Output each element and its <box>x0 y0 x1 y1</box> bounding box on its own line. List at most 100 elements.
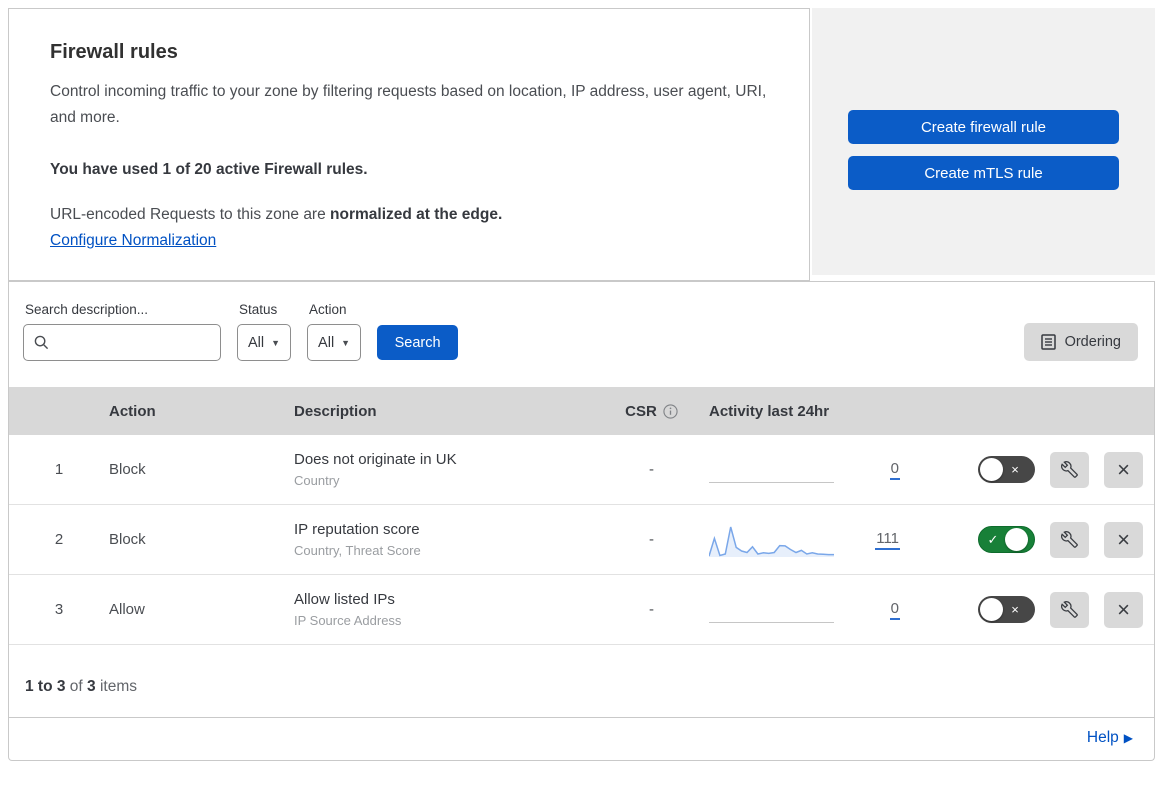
cta-panel: Create firewall rule Create mTLS rule <box>812 8 1155 282</box>
rule-description: Does not originate in UK <box>294 451 457 469</box>
arrow-right-icon: ▶ <box>1123 731 1133 746</box>
items-range: 1 to 3 <box>25 678 66 696</box>
normalization-note: URL-encoded Requests to this zone are no… <box>50 206 767 224</box>
rule-criteria: IP Source Address <box>294 612 402 628</box>
search-label: Search description... <box>25 302 149 318</box>
configure-normalization-link[interactable]: Configure Normalization <box>50 232 216 250</box>
activity-count-link[interactable]: 0 <box>889 600 900 620</box>
activity-count-link[interactable]: 0 <box>889 460 900 480</box>
usage-summary: You have used 1 of 20 active Firewall ru… <box>50 161 368 179</box>
close-icon: × <box>1117 456 1130 482</box>
rule-action: Allow <box>109 601 145 619</box>
toggle-x-icon: × <box>1011 462 1019 478</box>
ordering-button[interactable]: Ordering <box>1023 323 1138 362</box>
column-header-action: Action <box>109 402 156 420</box>
rule-action: Block <box>109 531 146 549</box>
table-row: 3 Allow Allow listed IPs IP Source Addre… <box>9 575 1154 646</box>
normalization-prefix: URL-encoded Requests to this zone are <box>50 206 331 224</box>
help-link[interactable]: Help ▶ <box>1087 729 1133 746</box>
rule-controls: ✓ × × <box>924 591 1154 628</box>
column-header-activity: Activity last 24hr <box>709 402 830 420</box>
activity-cell: 0 <box>709 450 924 490</box>
help-label: Help <box>1086 729 1119 747</box>
ordering-button-label: Ordering <box>1064 334 1121 351</box>
edit-rule-button[interactable] <box>1050 451 1089 488</box>
action-dropdown[interactable]: All ▼ <box>307 324 362 362</box>
page-title: Firewall rules <box>50 41 178 63</box>
status-dropdown[interactable]: All ▼ <box>237 324 292 362</box>
toggle-knob <box>1005 528 1028 552</box>
enabled-toggle[interactable]: ✓ × <box>978 526 1035 554</box>
items-of: of <box>65 678 88 696</box>
close-icon: × <box>1117 596 1130 622</box>
table-row: 1 Block Does not originate in UK Country… <box>9 435 1154 506</box>
column-header-description: Description <box>294 402 377 420</box>
chevron-down-icon: ▼ <box>341 337 351 348</box>
status-label: Status <box>239 302 278 318</box>
pagination-summary: 1 to 3 of 3 items <box>9 645 1154 719</box>
toggle-check-icon: ✓ <box>987 531 999 547</box>
rule-criteria: Country, Threat Score <box>294 542 421 558</box>
help-footer: Help ▶ <box>9 718 1154 760</box>
action-field-group: Action All ▼ <box>307 302 362 362</box>
info-icon[interactable] <box>663 403 678 419</box>
status-dropdown-value: All <box>248 334 265 351</box>
rule-action: Block <box>109 461 146 479</box>
rule-description-cell: Does not originate in UK Country <box>294 449 594 490</box>
intro-card: Firewall rules Control incoming traffic … <box>8 8 810 282</box>
search-input[interactable] <box>57 333 242 352</box>
edit-rule-button[interactable] <box>1050 521 1089 558</box>
toggle-knob <box>980 458 1003 482</box>
items-total: 3 <box>87 678 96 696</box>
rules-table: Action Description CSR Activity last 24h… <box>9 387 1154 646</box>
search-box[interactable] <box>23 324 242 362</box>
rule-controls: ✓ × × <box>924 451 1154 488</box>
delete-rule-button[interactable]: × <box>1104 451 1143 488</box>
rule-controls: ✓ × × <box>924 521 1154 558</box>
csr-header-label: CSR <box>625 402 657 420</box>
enabled-toggle[interactable]: ✓ × <box>978 456 1035 484</box>
rule-priority: 3 <box>54 601 64 619</box>
table-header-row: Action Description CSR Activity last 24h… <box>9 387 1154 436</box>
activity-sparkline <box>709 520 834 560</box>
search-field-group: Search description... <box>23 302 242 362</box>
activity-count-link[interactable]: 111 <box>875 530 900 550</box>
search-icon <box>34 335 49 350</box>
toggle-knob <box>980 598 1003 622</box>
column-header-csr: CSR <box>594 403 709 420</box>
rule-priority: 1 <box>54 461 64 479</box>
delete-rule-button[interactable]: × <box>1104 591 1143 628</box>
wrench-icon <box>1061 461 1078 478</box>
table-row: 2 Block IP reputation score Country, Thr… <box>9 505 1154 576</box>
action-dropdown-value: All <box>318 334 335 351</box>
activity-sparkline <box>709 450 834 490</box>
rule-priority: 2 <box>54 531 64 549</box>
wrench-icon <box>1061 601 1078 618</box>
activity-sparkline <box>709 590 834 630</box>
rule-csr: - <box>649 461 654 479</box>
edit-rule-button[interactable] <box>1050 591 1089 628</box>
create-mtls-rule-button[interactable]: Create mTLS rule <box>848 156 1119 190</box>
create-firewall-rule-button[interactable]: Create firewall rule <box>848 110 1119 144</box>
activity-cell: 0 <box>709 590 924 630</box>
rule-csr: - <box>649 531 654 549</box>
rule-description: IP reputation score <box>294 521 420 539</box>
rule-criteria: Country <box>294 472 340 488</box>
delete-rule-button[interactable]: × <box>1104 521 1143 558</box>
toggle-x-icon: × <box>1011 602 1019 618</box>
rule-csr: - <box>649 601 654 619</box>
chevron-down-icon: ▼ <box>271 337 281 348</box>
items-word: items <box>95 678 137 696</box>
enabled-toggle[interactable]: ✓ × <box>978 596 1035 624</box>
ordering-list-icon <box>1040 334 1056 350</box>
rule-description-cell: IP reputation score Country, Threat Scor… <box>294 519 594 560</box>
close-icon: × <box>1117 526 1130 552</box>
firewall-rules-page: Firewall rules Control incoming traffic … <box>8 8 1155 762</box>
rules-panel: Search description... Status All ▼ Actio… <box>8 281 1155 762</box>
status-field-group: Status All ▼ <box>237 302 292 362</box>
top-section: Firewall rules Control incoming traffic … <box>8 8 1155 282</box>
normalization-bold: normalized at the edge. <box>330 206 503 224</box>
page-description: Control incoming traffic to your zone by… <box>50 83 767 127</box>
search-button[interactable]: Search <box>377 325 459 361</box>
filter-bar: Search description... Status All ▼ Actio… <box>9 282 1154 387</box>
